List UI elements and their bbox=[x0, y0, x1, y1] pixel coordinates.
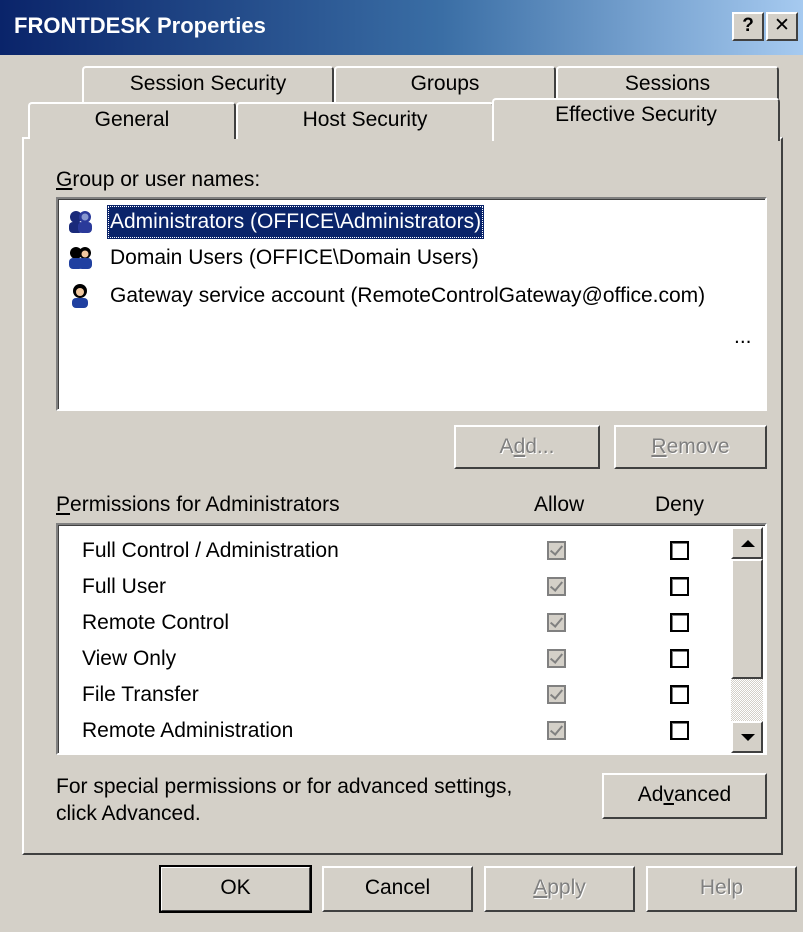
permission-row: Full Control / Administration bbox=[58, 533, 733, 569]
window-title: FRONTDESK Properties bbox=[14, 13, 266, 38]
user-name: Domain Users (OFFICE\Domain Users) bbox=[110, 246, 479, 269]
scroll-track[interactable] bbox=[731, 679, 763, 721]
deny-checkbox[interactable] bbox=[670, 685, 689, 704]
apply-label-rest: pply bbox=[547, 876, 586, 899]
remove-label-rest: emove bbox=[666, 435, 730, 458]
tab-panel: Group or user names: Administrators (OFF… bbox=[22, 137, 783, 855]
scroll-thumb[interactable] bbox=[731, 559, 763, 679]
cancel-button[interactable]: Cancel bbox=[322, 866, 473, 912]
tab-general[interactable]: General bbox=[28, 102, 236, 139]
permission-row: View Only bbox=[58, 641, 733, 677]
add-label-accel: d bbox=[513, 435, 526, 458]
scroll-up-button[interactable] bbox=[731, 527, 763, 559]
advanced-note-line2: click Advanced. bbox=[56, 802, 201, 825]
remove-button[interactable]: Remove bbox=[614, 425, 767, 469]
advanced-note: For special permissions or for advanced … bbox=[56, 773, 512, 827]
allow-checkbox[interactable] bbox=[547, 577, 566, 596]
permission-name: Full Control / Administration bbox=[82, 539, 339, 562]
arrow-up-icon bbox=[741, 540, 755, 547]
allow-checkbox[interactable] bbox=[547, 613, 566, 632]
allow-checkbox[interactable] bbox=[547, 721, 566, 740]
permission-name: Remote Control bbox=[82, 611, 230, 634]
users-label: Group or user names: bbox=[56, 168, 260, 192]
deny-checkbox[interactable] bbox=[670, 577, 689, 596]
permission-name: View Only bbox=[82, 647, 177, 670]
add-label-a: A bbox=[499, 435, 514, 458]
permission-row: Remote Control bbox=[58, 605, 733, 641]
deny-checkbox[interactable] bbox=[670, 649, 689, 668]
tab-effective-security[interactable]: Effective Security bbox=[492, 98, 780, 141]
arrow-down-icon bbox=[741, 734, 755, 741]
permissions-label: Permissions for Administrators bbox=[56, 493, 340, 517]
deny-header: Deny bbox=[655, 493, 705, 516]
users-label-accel: G bbox=[56, 168, 73, 191]
add-button[interactable]: Add... bbox=[454, 425, 600, 469]
permission-row: Remote Administration bbox=[58, 713, 733, 749]
users-list[interactable]: Administrators (OFFICE\Administrators) D… bbox=[56, 197, 767, 411]
user-name: Gateway service account (RemoteControlGa… bbox=[110, 284, 706, 307]
apply-label-accel: A bbox=[533, 876, 548, 899]
permissions-label-accel: P bbox=[56, 493, 71, 516]
permission-name: Full User bbox=[82, 575, 167, 598]
advanced-button[interactable]: Advanced bbox=[602, 773, 767, 819]
permission-row: File Transfer bbox=[58, 677, 733, 713]
advanced-note-line1: For special permissions or for advanced … bbox=[56, 775, 513, 798]
permission-row: Full User bbox=[58, 569, 733, 605]
close-caption-button[interactable]: ✕ bbox=[766, 12, 798, 41]
title-bar[interactable]: FRONTDESK Properties ? ✕ bbox=[0, 0, 803, 55]
group-icon bbox=[69, 211, 92, 233]
user-name: Administrators (OFFICE\Administrators) bbox=[107, 205, 485, 239]
help-caption-button[interactable]: ? bbox=[732, 12, 764, 41]
allow-checkbox[interactable] bbox=[547, 541, 566, 560]
users-label-text: roup or user names: bbox=[72, 168, 261, 191]
deny-checkbox[interactable] bbox=[670, 721, 689, 740]
permissions-list[interactable]: Full Control / Administration Full User … bbox=[56, 523, 767, 755]
user-icon bbox=[72, 284, 88, 308]
allow-header: Allow bbox=[534, 493, 585, 516]
tab-host-security[interactable]: Host Security bbox=[236, 102, 494, 139]
tab-session-security[interactable]: Session Security bbox=[82, 66, 334, 106]
advanced-label-rest: anced bbox=[673, 783, 732, 806]
list-ellipsis: ... bbox=[734, 325, 752, 348]
group-icon bbox=[69, 247, 92, 269]
add-label-rest: d... bbox=[525, 435, 555, 458]
allow-checkbox[interactable] bbox=[547, 649, 566, 668]
permission-name: File Transfer bbox=[82, 683, 199, 706]
permissions-label-text: ermissions for Administrators bbox=[70, 493, 340, 516]
deny-checkbox[interactable] bbox=[670, 613, 689, 632]
remove-label-accel: R bbox=[651, 435, 667, 458]
deny-checkbox[interactable] bbox=[670, 541, 689, 560]
permission-name: Remote Administration bbox=[82, 719, 294, 742]
scroll-down-button[interactable] bbox=[731, 721, 763, 753]
advanced-label-accel: v bbox=[663, 783, 674, 806]
help-button[interactable]: Help bbox=[646, 866, 797, 912]
advanced-label-a: Ad bbox=[637, 783, 664, 806]
apply-button[interactable]: Apply bbox=[484, 866, 635, 912]
ok-button[interactable]: OK bbox=[159, 865, 312, 913]
permissions-scrollbar[interactable] bbox=[731, 527, 763, 753]
allow-checkbox[interactable] bbox=[547, 685, 566, 704]
